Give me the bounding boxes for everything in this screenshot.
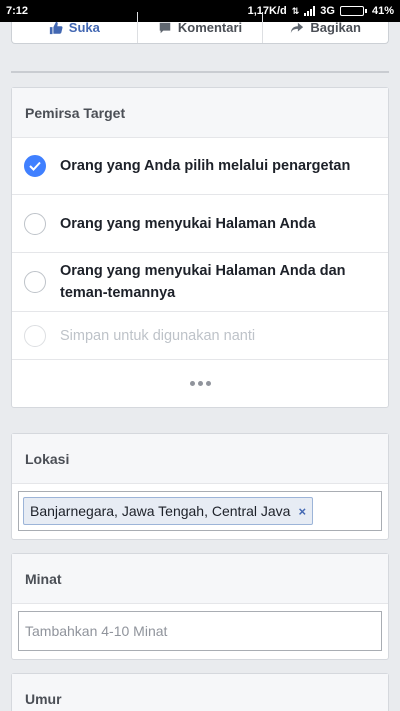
audience-option-label: Orang yang menyukai Halaman Anda dan tem… <box>60 263 346 301</box>
location-title: Lokasi <box>12 434 388 484</box>
comment-label: Komentari <box>177 20 243 35</box>
more-dots-icon <box>189 381 211 386</box>
audience-option-targeting[interactable]: Orang yang Anda pilih melalui penargetan <box>12 138 388 195</box>
like-button[interactable]: Suka <box>12 12 137 43</box>
location-input[interactable]: Banjarnegara, Jawa Tengah, Central Java … <box>18 491 382 531</box>
comment-icon <box>159 22 171 33</box>
section-divider <box>11 71 389 73</box>
post-action-bar: Suka Komentari Bagikan <box>11 12 389 44</box>
radio-icon[interactable] <box>24 271 46 293</box>
location-card: Lokasi Banjarnegara, Jawa Tengah, Centra… <box>11 433 389 540</box>
disabled-radio-icon <box>24 324 46 347</box>
audience-option-label: Orang yang Anda pilih melalui penargetan <box>60 158 351 174</box>
audience-option-label: Simpan untuk digunakan nanti <box>60 327 256 344</box>
audience-option-page-likers-friends[interactable]: Orang yang menyukai Halaman Anda dan tem… <box>12 253 388 312</box>
remove-tag-icon[interactable]: × <box>298 504 306 519</box>
radio-icon[interactable] <box>24 212 46 235</box>
location-tag-label: Banjarnegara, Jawa Tengah, Central Java <box>30 503 291 519</box>
interests-input[interactable]: Tambahkan 4-10 Minat <box>18 611 382 651</box>
share-button[interactable]: Bagikan <box>262 12 388 43</box>
audience-option-page-likers[interactable]: Orang yang menyukai Halaman Anda <box>12 195 388 253</box>
target-audience-card: Pemirsa Target Orang yang Anda pilih mel… <box>11 87 389 408</box>
age-card: Umur <box>11 673 389 711</box>
audience-option-label: Orang yang menyukai Halaman Anda <box>60 215 316 232</box>
interests-placeholder: Tambahkan 4-10 Minat <box>25 623 168 639</box>
more-options-button[interactable] <box>12 360 388 407</box>
interests-title: Minat <box>12 554 388 604</box>
thumbs-up-icon <box>49 21 63 34</box>
share-label: Bagikan <box>310 20 361 35</box>
share-icon <box>291 22 304 33</box>
checked-radio-icon[interactable] <box>24 155 46 177</box>
comment-button[interactable]: Komentari <box>136 12 263 43</box>
audience-option-save-for-later: Simpan untuk digunakan nanti <box>12 312 388 360</box>
age-title: Umur <box>12 674 388 711</box>
location-tag: Banjarnegara, Jawa Tengah, Central Java … <box>23 497 314 525</box>
like-label: Suka <box>68 20 100 35</box>
interests-card: Minat Tambahkan 4-10 Minat <box>11 553 389 660</box>
target-audience-title: Pemirsa Target <box>12 88 388 138</box>
